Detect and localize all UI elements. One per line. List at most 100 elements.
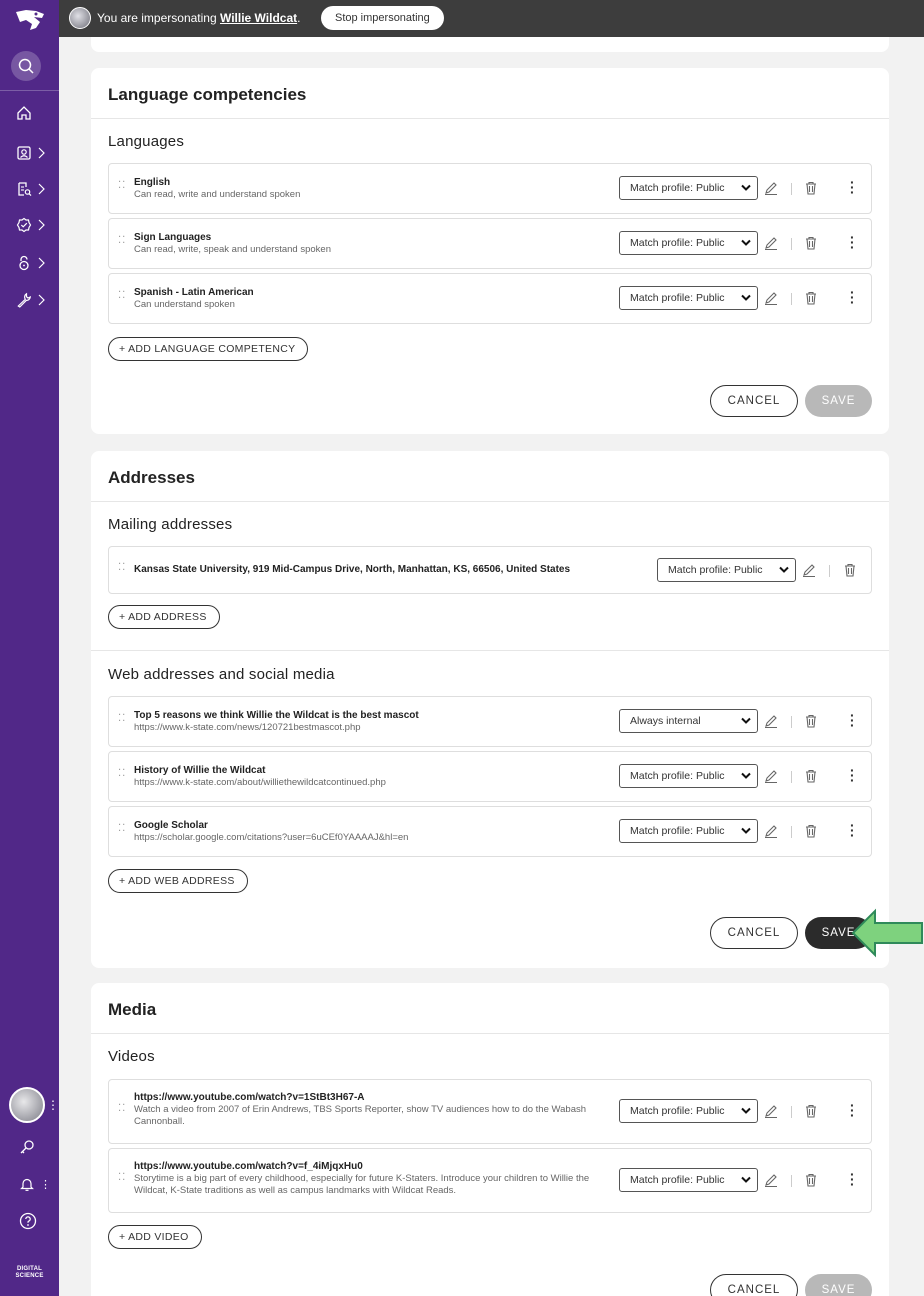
add-language-button[interactable]: + ADD LANGUAGE COMPETENCY (108, 337, 309, 361)
drag-handle-icon[interactable]: ⁚⁚ (118, 236, 125, 246)
trash-icon[interactable] (804, 769, 818, 783)
search-button[interactable] (11, 51, 41, 81)
key-icon (20, 1140, 34, 1154)
language-row-sign[interactable]: ⁚⁚ Sign Languages Can read, write, speak… (108, 218, 872, 269)
edit-icon[interactable] (764, 769, 778, 783)
language-competencies-card: Language competencies Languages ⁚⁚ Engli… (91, 68, 889, 434)
search-icon (18, 58, 34, 74)
visibility-select[interactable]: Match profile: Public (619, 764, 758, 788)
wildcat-logo-icon[interactable] (14, 8, 46, 32)
trash-icon[interactable] (804, 291, 818, 305)
save-button-disabled[interactable]: SAVE (805, 385, 872, 417)
trash-icon[interactable] (804, 181, 818, 195)
visibility-select[interactable]: Always internal (619, 709, 758, 733)
visibility-select[interactable]: Match profile: Public (619, 1099, 758, 1123)
language-row-spanish[interactable]: ⁚⁚ Spanish - Latin American Can understa… (108, 273, 872, 324)
trash-icon[interactable] (804, 714, 818, 728)
sidebar-item-home[interactable] (16, 102, 56, 124)
edit-icon[interactable] (764, 714, 778, 728)
drag-handle-icon[interactable]: ⁚⁚ (118, 181, 125, 191)
trash-icon[interactable] (804, 236, 818, 250)
drag-handle-icon[interactable]: ⁚⁚ (118, 769, 125, 779)
action-divider (829, 565, 830, 577)
cancel-button[interactable]: CANCEL (710, 917, 798, 949)
more-options-icon[interactable]: · · · (850, 285, 855, 309)
edit-icon[interactable] (764, 824, 778, 838)
more-options-icon[interactable]: · · · (850, 1098, 855, 1122)
previous-card (91, 37, 889, 52)
video-row[interactable]: ⁚⁚ https://www.youtube.com/watch?v=f_4iM… (108, 1148, 872, 1213)
drag-handle-icon[interactable]: ⁚⁚ (118, 824, 125, 834)
chevron-down-icon (741, 717, 751, 724)
sidebar-item-security[interactable] (16, 252, 56, 274)
visibility-select[interactable]: Match profile: Public (619, 1168, 758, 1192)
edit-icon[interactable] (802, 563, 816, 577)
trash-icon[interactable] (843, 563, 857, 577)
more-options-icon[interactable]: · · · (850, 818, 855, 842)
more-options-icon[interactable]: · · · (850, 708, 855, 732)
save-button-disabled[interactable]: SAVE (805, 1274, 872, 1296)
action-divider (791, 826, 792, 838)
sidebar-item-help[interactable] (19, 1210, 59, 1232)
add-video-button[interactable]: + ADD VIDEO (108, 1225, 202, 1249)
chevron-down-icon (741, 1176, 751, 1183)
section-title: Media (108, 1000, 157, 1019)
web-address-row[interactable]: ⁚⁚ History of Willie the Wildcat https:/… (108, 751, 872, 802)
impersonated-user-name[interactable]: Willie Wildcat (220, 11, 297, 25)
drag-handle-icon[interactable]: ⁚⁚ (118, 714, 125, 724)
sidebar-item-reports[interactable] (16, 178, 56, 200)
more-options-icon[interactable]: · · · (850, 1167, 855, 1191)
trash-icon[interactable] (804, 1104, 818, 1118)
web-address-row[interactable]: ⁚⁚ Google Scholar https://scholar.google… (108, 806, 872, 857)
more-options-icon[interactable]: · · · (850, 230, 855, 254)
drag-handle-icon[interactable]: ⁚⁚ (118, 1104, 125, 1114)
drag-handle-icon[interactable]: ⁚⁚ (118, 1173, 125, 1183)
plus-icon: + (119, 875, 129, 887)
visibility-select[interactable]: Match profile: Public (619, 286, 758, 310)
avatar-menu-icon[interactable]: ⋮ (47, 1099, 59, 1111)
stop-impersonating-button[interactable]: Stop impersonating (321, 6, 444, 30)
mailing-address-row[interactable]: ⁚⁚ Kansas State University, 919 Mid-Camp… (108, 546, 872, 594)
add-address-button[interactable]: + ADD ADDRESS (108, 605, 220, 629)
profile-card-icon (17, 146, 31, 160)
sidebar-item-profile[interactable] (16, 142, 56, 164)
chevron-right-icon (38, 294, 45, 306)
more-options-icon[interactable]: · · · (850, 763, 855, 787)
web-address-row[interactable]: ⁚⁚ Top 5 reasons we think Willie the Wil… (108, 696, 872, 747)
main-content[interactable]: Language competencies Languages ⁚⁚ Engli… (59, 37, 924, 1296)
cancel-button[interactable]: CANCEL (710, 1274, 798, 1296)
user-avatar[interactable] (9, 1087, 45, 1123)
row-subtitle: Watch a video from 2007 of Erin Andrews,… (134, 1104, 587, 1127)
row-title: Sign Languages (134, 232, 212, 243)
visibility-select[interactable]: Match profile: Public (619, 819, 758, 843)
trash-icon[interactable] (804, 824, 818, 838)
cancel-button[interactable]: CANCEL (710, 385, 798, 417)
visibility-select[interactable]: Match profile: Public (657, 558, 796, 582)
edit-icon[interactable] (764, 291, 778, 305)
drag-handle-icon[interactable]: ⁚⁚ (118, 291, 125, 301)
edit-icon[interactable] (764, 1173, 778, 1187)
edit-icon[interactable] (764, 1104, 778, 1118)
sidebar-item-key[interactable] (19, 1136, 59, 1158)
plus-icon: + (119, 1231, 129, 1243)
drag-handle-icon[interactable]: ⁚⁚ (118, 563, 125, 573)
trash-icon[interactable] (804, 1173, 818, 1187)
video-row[interactable]: ⁚⁚ https://www.youtube.com/watch?v=1StBt… (108, 1079, 872, 1144)
action-divider (791, 293, 792, 305)
row-subtitle: https://www.k-state.com/news/120721bestm… (134, 722, 361, 733)
action-divider (791, 716, 792, 728)
sidebar-item-tools[interactable] (16, 289, 56, 311)
visibility-select[interactable]: Match profile: Public (619, 231, 758, 255)
card-divider (91, 118, 889, 119)
visibility-select[interactable]: Match profile: Public (619, 176, 758, 200)
add-address-label: ADD ADDRESS (128, 611, 207, 623)
add-web-address-button[interactable]: + ADD WEB ADDRESS (108, 869, 248, 893)
sidebar-item-verification[interactable] (16, 214, 56, 236)
edit-icon[interactable] (764, 181, 778, 195)
more-options-icon[interactable]: · · · (850, 175, 855, 199)
plus-icon: + (119, 611, 129, 623)
edit-icon[interactable] (764, 236, 778, 250)
row-subtitle: https://www.k-state.com/about/williethew… (134, 777, 386, 788)
sidebar-item-notifications[interactable]: ⋮ (19, 1173, 59, 1195)
language-row-english[interactable]: ⁚⁚ English Can read, write and understan… (108, 163, 872, 214)
